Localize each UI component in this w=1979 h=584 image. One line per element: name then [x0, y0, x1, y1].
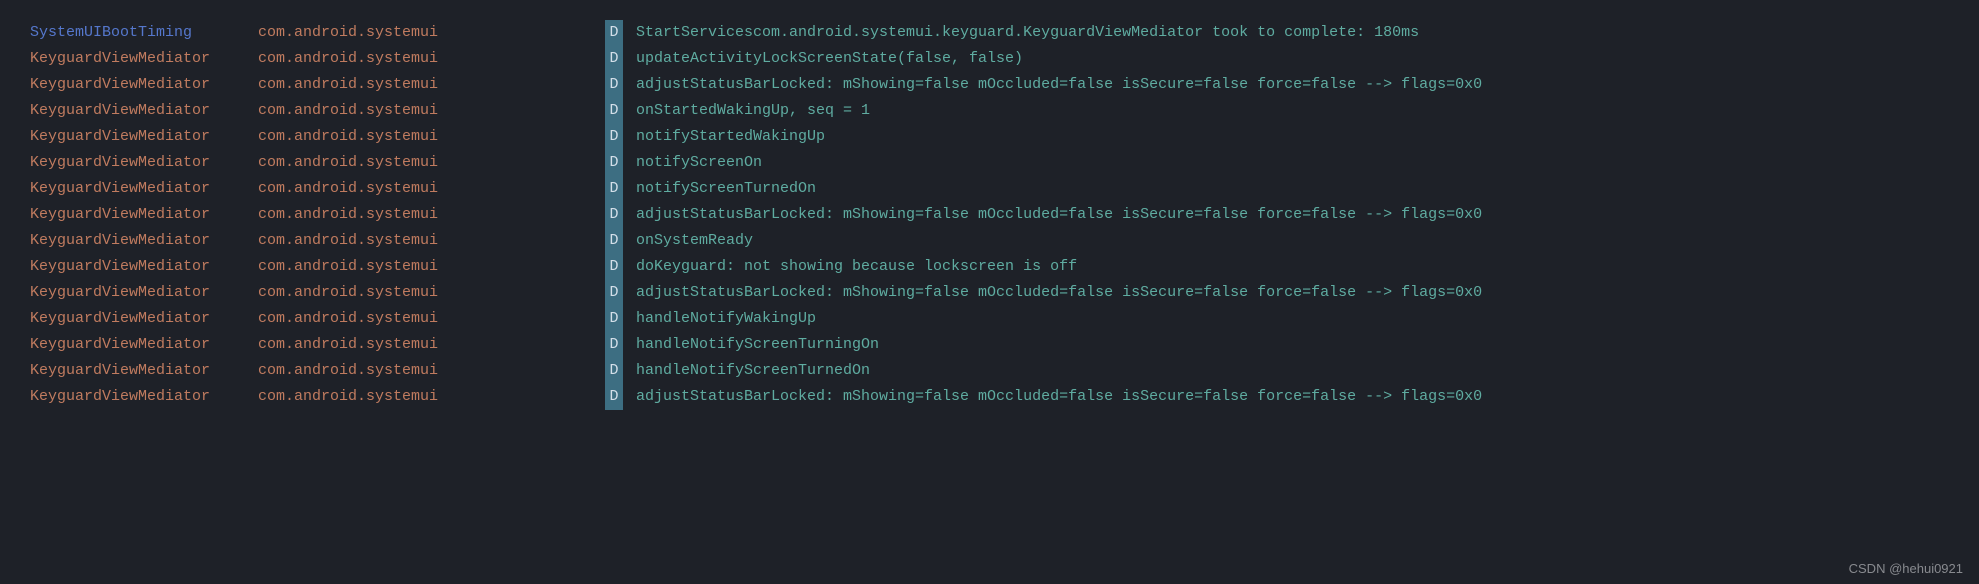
- log-message: doKeyguard: not showing because lockscre…: [624, 254, 1979, 280]
- log-level: D: [604, 280, 624, 306]
- log-package: com.android.systemui: [258, 124, 604, 150]
- log-level: D: [604, 228, 624, 254]
- log-level-badge: D: [605, 384, 623, 410]
- log-level-badge: D: [605, 98, 623, 124]
- log-message: updateActivityLockScreenState(false, fal…: [624, 46, 1979, 72]
- log-message: adjustStatusBarLocked: mShowing=false mO…: [624, 72, 1979, 98]
- log-level-badge: D: [605, 176, 623, 202]
- log-package: com.android.systemui: [258, 228, 604, 254]
- log-tbody: SystemUIBootTimingcom.android.systemuiDS…: [0, 20, 1979, 410]
- log-row[interactable]: KeyguardViewMediatorcom.android.systemui…: [0, 72, 1979, 98]
- log-row[interactable]: KeyguardViewMediatorcom.android.systemui…: [0, 176, 1979, 202]
- log-row[interactable]: KeyguardViewMediatorcom.android.systemui…: [0, 280, 1979, 306]
- log-message: notifyStartedWakingUp: [624, 124, 1979, 150]
- log-message: handleNotifyScreenTurningOn: [624, 332, 1979, 358]
- log-level-badge: D: [605, 150, 623, 176]
- log-level-badge: D: [605, 280, 623, 306]
- watermark: CSDN @hehui0921: [1849, 561, 1963, 576]
- log-row[interactable]: KeyguardViewMediatorcom.android.systemui…: [0, 98, 1979, 124]
- log-package: com.android.systemui: [258, 306, 604, 332]
- log-level: D: [604, 46, 624, 72]
- log-message: handleNotifyScreenTurnedOn: [624, 358, 1979, 384]
- log-message: adjustStatusBarLocked: mShowing=false mO…: [624, 280, 1979, 306]
- log-tag: KeyguardViewMediator: [0, 228, 258, 254]
- log-level-badge: D: [605, 72, 623, 98]
- log-level-badge: D: [605, 202, 623, 228]
- log-row[interactable]: KeyguardViewMediatorcom.android.systemui…: [0, 150, 1979, 176]
- log-row[interactable]: KeyguardViewMediatorcom.android.systemui…: [0, 228, 1979, 254]
- log-row[interactable]: KeyguardViewMediatorcom.android.systemui…: [0, 124, 1979, 150]
- log-table: SystemUIBootTimingcom.android.systemuiDS…: [0, 20, 1979, 410]
- log-level: D: [604, 72, 624, 98]
- log-package: com.android.systemui: [258, 72, 604, 98]
- log-level: D: [604, 176, 624, 202]
- log-tag: KeyguardViewMediator: [0, 254, 258, 280]
- log-tag: KeyguardViewMediator: [0, 98, 258, 124]
- log-level: D: [604, 124, 624, 150]
- log-tag: SystemUIBootTiming: [0, 20, 258, 46]
- log-level-badge: D: [605, 254, 623, 280]
- log-message: handleNotifyWakingUp: [624, 306, 1979, 332]
- log-tag: KeyguardViewMediator: [0, 332, 258, 358]
- log-row[interactable]: KeyguardViewMediatorcom.android.systemui…: [0, 254, 1979, 280]
- log-package: com.android.systemui: [258, 358, 604, 384]
- log-tag: KeyguardViewMediator: [0, 72, 258, 98]
- log-tag: KeyguardViewMediator: [0, 150, 258, 176]
- log-tag: KeyguardViewMediator: [0, 384, 258, 410]
- log-level-badge: D: [605, 332, 623, 358]
- log-tag: KeyguardViewMediator: [0, 124, 258, 150]
- log-tag: KeyguardViewMediator: [0, 358, 258, 384]
- log-package: com.android.systemui: [258, 332, 604, 358]
- log-row[interactable]: SystemUIBootTimingcom.android.systemuiDS…: [0, 20, 1979, 46]
- log-package: com.android.systemui: [258, 20, 604, 46]
- log-level-badge: D: [605, 228, 623, 254]
- log-level: D: [604, 98, 624, 124]
- log-row[interactable]: KeyguardViewMediatorcom.android.systemui…: [0, 46, 1979, 72]
- log-message: StartServicescom.android.systemui.keygua…: [624, 20, 1979, 46]
- log-row[interactable]: KeyguardViewMediatorcom.android.systemui…: [0, 384, 1979, 410]
- log-message: notifyScreenOn: [624, 150, 1979, 176]
- log-level: D: [604, 384, 624, 410]
- log-package: com.android.systemui: [258, 46, 604, 72]
- log-level: D: [604, 358, 624, 384]
- log-level: D: [604, 202, 624, 228]
- log-package: com.android.systemui: [258, 202, 604, 228]
- log-level-badge: D: [605, 124, 623, 150]
- log-message: onSystemReady: [624, 228, 1979, 254]
- log-tag: KeyguardViewMediator: [0, 306, 258, 332]
- log-level: D: [604, 20, 624, 46]
- log-level-badge: D: [605, 358, 623, 384]
- log-message: onStartedWakingUp, seq = 1: [624, 98, 1979, 124]
- log-tag: KeyguardViewMediator: [0, 176, 258, 202]
- log-message: adjustStatusBarLocked: mShowing=false mO…: [624, 202, 1979, 228]
- log-package: com.android.systemui: [258, 280, 604, 306]
- log-message: notifyScreenTurnedOn: [624, 176, 1979, 202]
- log-level: D: [604, 254, 624, 280]
- log-package: com.android.systemui: [258, 384, 604, 410]
- log-level-badge: D: [605, 306, 623, 332]
- log-row[interactable]: KeyguardViewMediatorcom.android.systemui…: [0, 358, 1979, 384]
- log-row[interactable]: KeyguardViewMediatorcom.android.systemui…: [0, 202, 1979, 228]
- log-tag: KeyguardViewMediator: [0, 202, 258, 228]
- log-package: com.android.systemui: [258, 98, 604, 124]
- log-level-badge: D: [605, 46, 623, 72]
- log-package: com.android.systemui: [258, 254, 604, 280]
- log-level: D: [604, 306, 624, 332]
- log-level-badge: D: [605, 20, 623, 46]
- log-tag: KeyguardViewMediator: [0, 280, 258, 306]
- log-tag: KeyguardViewMediator: [0, 46, 258, 72]
- log-level: D: [604, 150, 624, 176]
- log-row[interactable]: KeyguardViewMediatorcom.android.systemui…: [0, 306, 1979, 332]
- log-package: com.android.systemui: [258, 176, 604, 202]
- log-package: com.android.systemui: [258, 150, 604, 176]
- log-message: adjustStatusBarLocked: mShowing=false mO…: [624, 384, 1979, 410]
- log-level: D: [604, 332, 624, 358]
- log-row[interactable]: KeyguardViewMediatorcom.android.systemui…: [0, 332, 1979, 358]
